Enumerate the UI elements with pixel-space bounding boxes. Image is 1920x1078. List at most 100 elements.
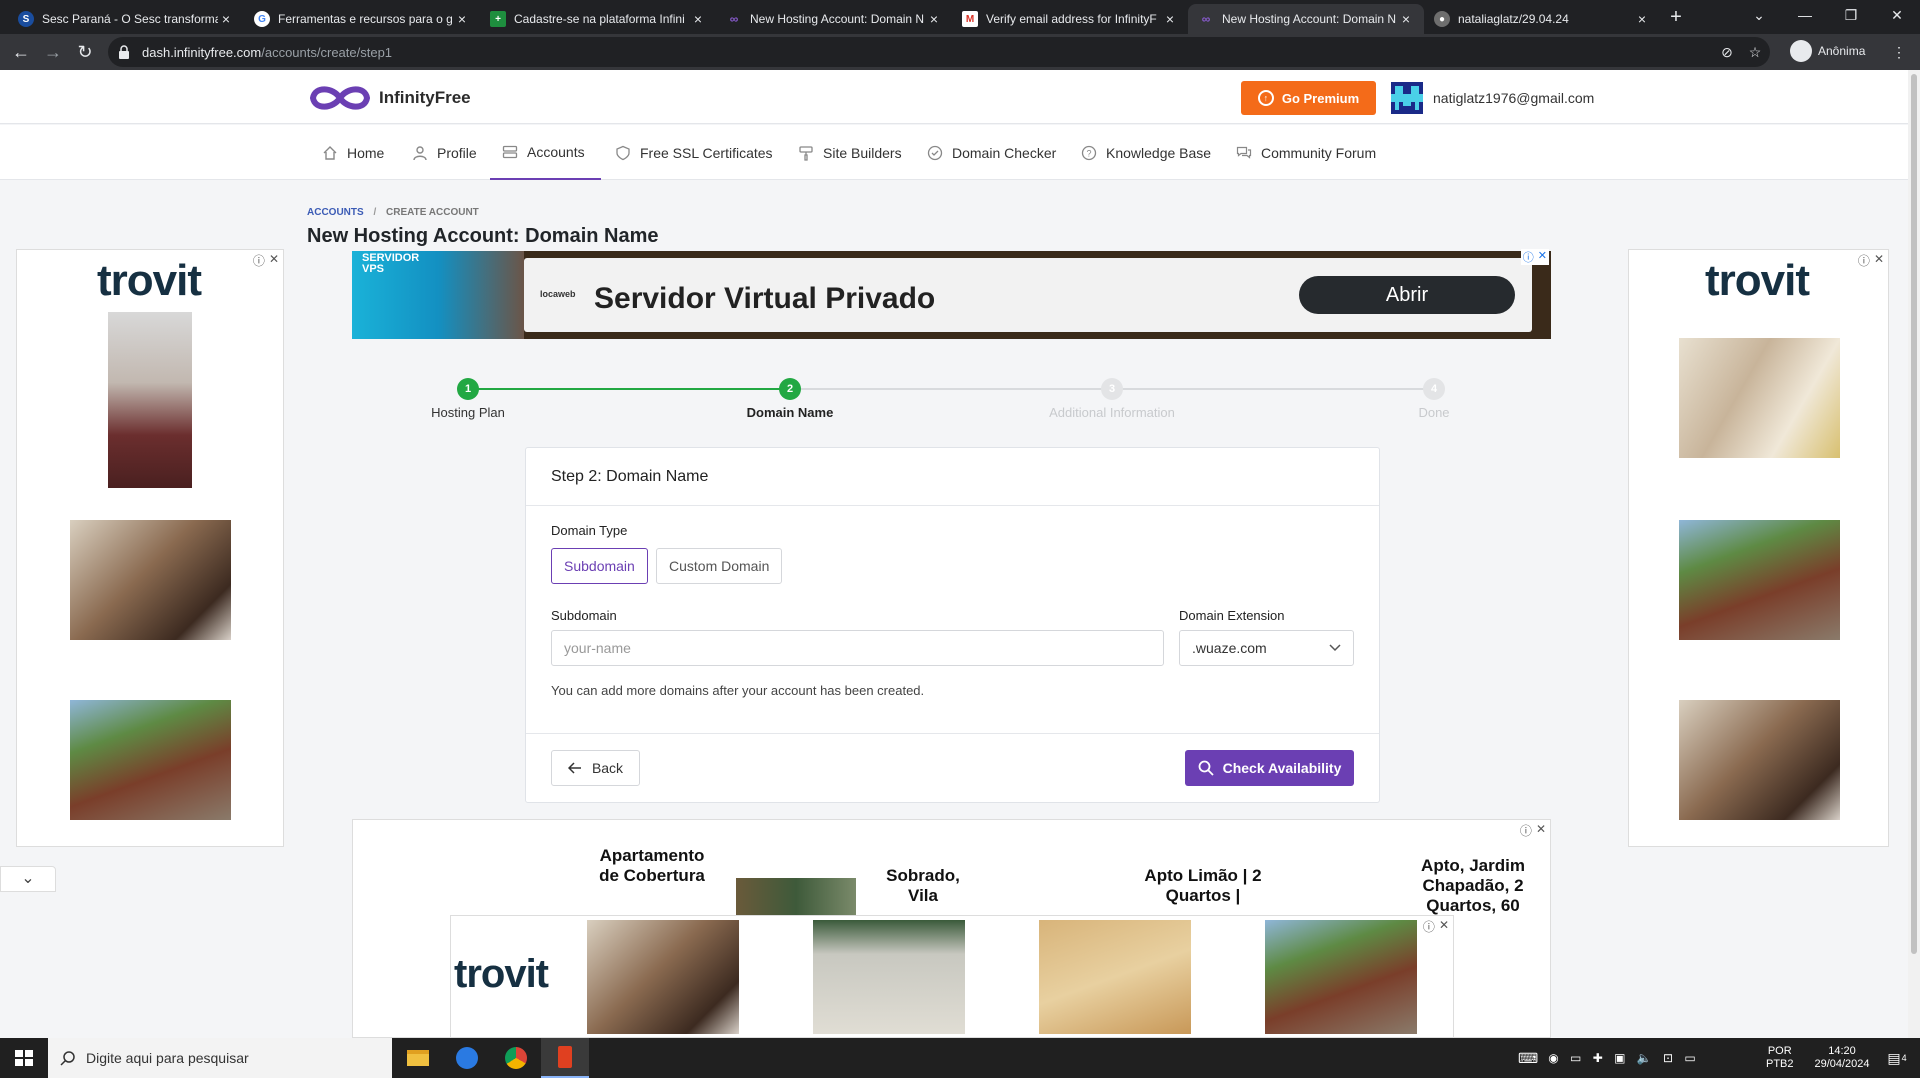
- ad-photo: [70, 520, 231, 640]
- left-side-ad[interactable]: ⓘ ✕ trovit: [16, 249, 284, 847]
- sheet-icon: +: [490, 11, 506, 27]
- arrow-up-circle-icon: ↑: [1257, 90, 1274, 106]
- collapse-ad-button[interactable]: ⌄: [0, 866, 56, 892]
- trovit-logo: trovit: [1705, 256, 1810, 305]
- restore-icon[interactable]: ❐: [1828, 0, 1874, 34]
- info-icon: ⓘ: [1422, 920, 1435, 934]
- logo[interactable]: InfinityFree: [307, 82, 471, 114]
- nav-profile[interactable]: Profile: [400, 125, 489, 180]
- browser-tab-active[interactable]: ∞ New Hosting Account: Domain N ×: [1188, 4, 1424, 34]
- ad-photo: [587, 920, 739, 1034]
- close-tab-icon[interactable]: ×: [454, 11, 470, 27]
- ad-photo: [70, 700, 231, 820]
- domain-extension-select[interactable]: .wuaze.com: [1179, 630, 1354, 666]
- breadcrumb-accounts[interactable]: Accounts: [307, 207, 364, 218]
- profile-button[interactable]: Anônima: [1790, 40, 1865, 62]
- subdomain-input[interactable]: your-name: [551, 630, 1164, 666]
- minimize-icon[interactable]: —: [1782, 0, 1828, 34]
- active-app-icon[interactable]: [541, 1038, 589, 1078]
- svg-text:?: ?: [1086, 148, 1091, 158]
- ad-choices[interactable]: ⓘ ✕: [1520, 822, 1546, 839]
- star-icon[interactable]: ☆: [1746, 43, 1764, 61]
- close-tab-icon[interactable]: ×: [1398, 11, 1414, 27]
- info-icon: ⓘ: [252, 254, 265, 268]
- tab-search-icon[interactable]: ⌄: [1736, 0, 1782, 34]
- nav-free-ssl[interactable]: Free SSL Certificates: [603, 125, 785, 180]
- notifications-button[interactable]: ▤ 4: [1880, 1038, 1914, 1078]
- browser-tab[interactable]: ∞ New Hosting Account: Domain N ×: [716, 4, 952, 34]
- ad-photo: [108, 312, 192, 488]
- custom-domain-option[interactable]: Custom Domain: [656, 548, 783, 584]
- nav-domain-checker[interactable]: Domain Checker: [915, 125, 1068, 180]
- nav-site-builders[interactable]: Site Builders: [786, 125, 914, 180]
- sesc-icon: S: [18, 11, 34, 27]
- subdomain-option[interactable]: Subdomain: [551, 548, 648, 584]
- clock[interactable]: 14:20 29/04/2024: [1810, 1038, 1874, 1078]
- chat-icon: [1236, 146, 1252, 159]
- close-tab-icon[interactable]: ×: [1162, 11, 1178, 27]
- close-tab-icon[interactable]: ×: [690, 11, 706, 27]
- check-circle-icon: [927, 145, 943, 160]
- banner-ad[interactable]: SERVIDOR VPS locaweb Servidor Virtual Pr…: [352, 249, 1551, 339]
- ad-photo: [813, 920, 965, 1034]
- step-additional-information: 3 Additional Information: [1012, 375, 1212, 420]
- browser-toolbar: ← → ↻ dash.infinityfree.com/accounts/cre…: [0, 34, 1920, 70]
- nav-accounts[interactable]: Accounts: [490, 125, 601, 180]
- subdomain-label: Subdomain: [551, 608, 617, 623]
- ad-choices[interactable]: ⓘ ✕: [1520, 249, 1549, 265]
- ad-choices[interactable]: ⓘ ✕: [253, 252, 279, 269]
- back-button[interactable]: Back: [551, 750, 640, 786]
- progress-stepper: 1 Hosting Plan 2 Domain Name 3 Additiona…: [340, 375, 1470, 420]
- domain-type-label: Domain Type: [551, 523, 628, 538]
- close-tab-icon[interactable]: ×: [1634, 11, 1650, 27]
- nav-home[interactable]: Home: [310, 125, 396, 180]
- user-menu[interactable]: natiglatz1976@gmail.com: [1391, 82, 1594, 114]
- close-window-icon[interactable]: ✕: [1874, 0, 1920, 34]
- browser-tab-bar: S Sesc Paraná - O Sesc transforma × G Fe…: [0, 0, 1920, 34]
- domain-name-card: Step 2: Domain Name Domain Type Subdomai…: [525, 447, 1380, 803]
- address-bar[interactable]: dash.infinityfree.com/accounts/create/st…: [108, 37, 1770, 67]
- browser-tab[interactable]: S Sesc Paraná - O Sesc transforma ×: [8, 4, 244, 34]
- page-scrollbar[interactable]: [1908, 70, 1920, 1038]
- info-icon: ⓘ: [1522, 252, 1534, 264]
- new-tab-button[interactable]: +: [1662, 4, 1690, 30]
- right-side-ad[interactable]: ⓘ ✕ trovit: [1628, 249, 1889, 847]
- ad-choices[interactable]: ⓘ ✕: [1423, 918, 1449, 935]
- ad-photo: [1265, 920, 1417, 1034]
- scrollbar-thumb[interactable]: [1911, 74, 1917, 954]
- eye-off-icon[interactable]: ⊘: [1718, 43, 1736, 61]
- menu-dots-icon[interactable]: ⋮: [1890, 43, 1908, 61]
- close-tab-icon[interactable]: ×: [926, 11, 942, 27]
- user-icon: [413, 145, 427, 160]
- banner-ad-image: SERVIDOR VPS: [352, 251, 524, 339]
- close-icon: ✕: [1438, 918, 1449, 932]
- keyboard-icon[interactable]: ⌨: [1518, 1050, 1538, 1067]
- ad-photo: [1039, 920, 1191, 1034]
- home-icon: [323, 145, 337, 160]
- windows-start-button[interactable]: [0, 1038, 48, 1078]
- back-arrow-icon[interactable]: ←: [8, 40, 34, 64]
- browser-tab[interactable]: M Verify email address for InfinityF ×: [952, 4, 1188, 34]
- tray-icons[interactable]: ◉ ▭ ✚ ▣ 🔈 ⊡ ▭: [1548, 1051, 1700, 1065]
- language-indicator[interactable]: POR PTB2: [1766, 1038, 1794, 1078]
- browser-tab[interactable]: ● nataliaglatz/29.04.24 ×: [1424, 4, 1660, 34]
- ad-choices[interactable]: ⓘ ✕: [1858, 252, 1884, 269]
- taskbar-search[interactable]: Digite aqui para pesquisar: [48, 1038, 392, 1078]
- browser-tab[interactable]: + Cadastre-se na plataforma Infini ×: [480, 4, 716, 34]
- check-availability-button[interactable]: Check Availability: [1185, 750, 1354, 786]
- file-explorer-icon[interactable]: [394, 1038, 442, 1078]
- app-icon[interactable]: [443, 1038, 491, 1078]
- banner-ad-open-button[interactable]: Abrir: [1299, 276, 1515, 314]
- forward-arrow-icon[interactable]: →: [40, 40, 66, 64]
- listing-title: Sobrado, Vila: [886, 866, 960, 905]
- chrome-icon[interactable]: [492, 1038, 540, 1078]
- help-icon: ?: [1081, 145, 1097, 160]
- windows-icon: [15, 1050, 33, 1066]
- nav-knowledge-base[interactable]: ? Knowledge Base: [1069, 125, 1223, 180]
- browser-tab[interactable]: G Ferramentas e recursos para o g ×: [244, 4, 480, 34]
- reload-icon[interactable]: ↻: [72, 40, 98, 64]
- sticky-bottom-ad[interactable]: ⓘ ✕ trovit: [450, 915, 1454, 1038]
- nav-community-forum[interactable]: Community Forum: [1224, 125, 1388, 180]
- go-premium-button[interactable]: ↑ Go Premium: [1241, 81, 1376, 115]
- close-tab-icon[interactable]: ×: [218, 11, 234, 27]
